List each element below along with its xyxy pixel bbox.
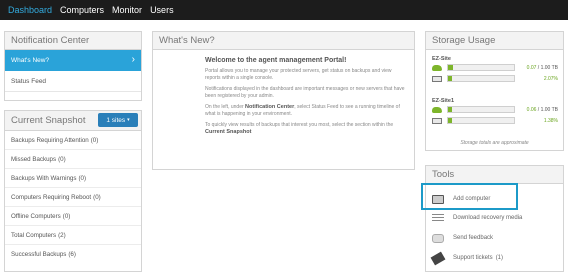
tool-download-recovery-media[interactable]: Download recovery media [432,209,522,227]
local-usage-fill [448,76,452,81]
local-usage-fill [448,118,452,123]
snapshot-row-count: (0) [78,174,87,182]
storage-usage-panel: Storage Usage EZ-Site 0.07 / 1.00 TB 2.0… [425,31,564,151]
disk-icon [432,117,442,124]
snapshot-row[interactable]: Offline Computers (0) [5,207,141,226]
cloud-usage-value: 0.06 / 1.00 TB [527,107,558,113]
snapshot-row-label: Backups Requiring Attention [11,136,89,144]
whats-new-heading: Welcome to the agent management Portal! [205,57,347,64]
whats-new-paragraph: On the left, under Notification Center, … [205,104,405,117]
cloud-usage-row: 0.07 / 1.00 TB [432,62,558,73]
current-snapshot-header: Current Snapshot 1 sites ▾ [5,111,141,131]
whats-new-panel: What's New? Welcome to the agent managem… [152,31,415,170]
storage-site: EZ-Site1 0.06 / 1.00 TB 1.38% [432,98,558,126]
cloud-total: / 1.00 TB [537,64,558,71]
nav-monitor[interactable]: Monitor [112,5,142,15]
nc-item-label: What's New? [11,57,50,64]
tool-label: Send feedback [453,235,494,241]
notification-center-title: Notification Center [5,32,141,50]
nav-computers[interactable]: Computers [60,5,104,15]
storage-note: Storage totals are approximate [460,140,529,146]
cloud-usage-fill [448,65,453,70]
snapshot-row-label: Missed Backups [11,155,57,163]
snapshot-row-label: Offline Computers [11,212,61,220]
cloud-usage-bar [447,64,515,71]
sites-dropdown-button[interactable]: 1 sites ▾ [98,113,138,127]
tool-label: Download recovery media [453,215,523,221]
snapshot-row-count: (0) [90,136,99,144]
cloud-used: 0.06 [526,106,537,113]
sites-button-label: 1 sites [106,116,126,124]
snapshot-row[interactable]: Backups Requiring Attention (0) [5,131,141,150]
snapshot-row-label: Backups With Warnings [11,174,77,182]
snapshot-row[interactable]: Missed Backups (0) [5,150,141,169]
cloud-usage-fill [448,107,452,112]
tools-title: Tools [426,166,563,184]
current-snapshot-panel: Current Snapshot 1 sites ▾ Backups Requi… [4,110,142,272]
local-usage-row: 1.38% [432,115,558,126]
whats-new-paragraph: Portal allows you to manage your protect… [205,68,392,81]
tool-count: (1) [495,255,504,261]
local-usage-row: 2.07% [432,73,558,84]
add-computer-highlight [421,183,518,210]
snapshot-row-count: (6) [68,251,76,258]
nc-item-status-feed[interactable]: Status Feed [5,71,141,92]
snapshot-row-label: Successful Backups [11,251,67,258]
snapshot-row[interactable]: Computers Requiring Reboot (0) [5,188,141,207]
cloud-icon [432,106,442,113]
snapshot-row[interactable]: Successful Backups (6) [5,245,141,264]
feedback-icon [432,233,444,243]
chevron-right-icon: › [131,54,135,65]
cloud-usage-row: 0.06 / 1.00 TB [432,104,558,115]
snapshot-row[interactable]: Backups With Warnings (0) [5,169,141,188]
storage-usage-title: Storage Usage [426,32,563,50]
nav-dashboard[interactable]: Dashboard [8,5,52,15]
snapshot-row[interactable]: Total Computers (2) [5,226,141,245]
snapshot-row-count: (0) [93,193,101,201]
snapshot-row-count: (0) [58,155,66,163]
snapshot-row-count: (2) [58,231,66,239]
tool-support-tickets[interactable]: Support tickets (1) [430,249,504,267]
cloud-usage-value: 0.07 / 1.00 TB [527,65,558,71]
nc-item-whats-new[interactable]: What's New? › [5,50,141,71]
cloud-icon [432,64,442,71]
current-snapshot-title: Current Snapshot [11,115,86,126]
local-usage-bar [447,117,515,124]
snapshot-row-label: Computers Requiring Reboot [11,193,92,201]
whats-new-paragraph: To quickly view results of backups that … [205,122,405,135]
local-usage-percent: 2.07% [543,75,558,82]
whats-new-paragraph: Notifications displayed in the dashboard… [205,86,405,99]
notification-center-ref: Notification Center [245,104,295,110]
top-nav: Dashboard Computers Monitor Users [0,0,568,20]
nav-users[interactable]: Users [150,5,174,15]
local-usage-percent: 1.38% [543,117,558,124]
caret-down-icon: ▾ [127,117,130,123]
storage-site: EZ-Site 0.07 / 1.00 TB 2.07% [432,56,558,84]
recovery-media-icon [432,213,444,223]
disk-icon [432,75,442,82]
paragraph-text: To quickly view results of backups that … [205,122,394,128]
cloud-total: / 1.00 TB [537,106,558,113]
whats-new-body: Welcome to the agent management Portal! … [205,57,405,140]
cloud-usage-bar [447,106,515,113]
notification-center-panel: Notification Center What's New? › Status… [4,31,142,101]
local-usage-bar [447,75,515,82]
snapshot-row-label: Total Computers [11,231,57,239]
paragraph-text: On the left, under [205,104,244,110]
current-snapshot-ref: Current Snapshot [205,128,252,135]
snapshot-row-count: (0) [62,212,71,220]
tool-send-feedback[interactable]: Send feedback [432,229,493,247]
tools-panel: Tools Add computer Download recovery med… [425,165,564,272]
whats-new-title: What's New? [153,32,414,50]
tool-label: Support tickets [453,255,493,261]
ticket-icon [430,251,446,265]
nc-item-label: Status Feed [11,77,47,85]
cloud-used: 0.07 [526,64,537,71]
